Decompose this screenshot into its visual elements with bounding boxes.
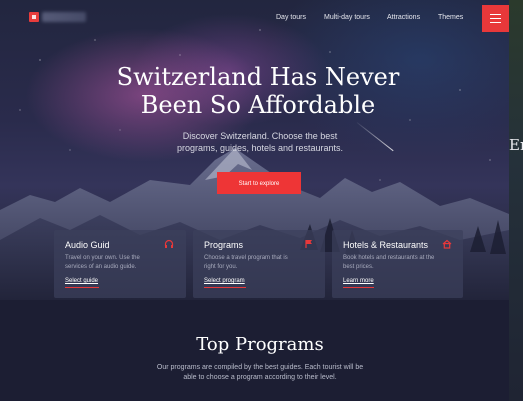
card-title: Hotels & Restaurants: [343, 240, 429, 250]
top-navigation: Day tours Multi-day tours Attractions Th…: [0, 0, 509, 36]
card-audio-guide: Audio Guid Travel on your own. Use the s…: [54, 230, 186, 298]
menu-bar-icon: [490, 22, 501, 23]
card-description: Choose a travel program that is right fo…: [204, 255, 288, 270]
link-underline: [343, 287, 374, 288]
hamburger-menu-button[interactable]: [482, 5, 509, 32]
flag-icon: [305, 240, 312, 248]
page: Day tours Multi-day tours Attractions Th…: [0, 0, 509, 401]
hero-title: Switzerland Has Never Been So Affordable: [100, 63, 416, 119]
hero-title-line-2: Been So Affordable: [140, 91, 376, 119]
brand-name-blurred: [42, 12, 86, 22]
link-underline: [65, 287, 99, 288]
card-hotels-restaurants: Hotels & Restaurants Book hotels and res…: [332, 230, 463, 298]
learn-more-link[interactable]: Learn more: [343, 278, 374, 284]
menu-bar-icon: [490, 14, 501, 15]
nav-link-themes[interactable]: Themes: [438, 14, 463, 21]
start-explore-button[interactable]: Start to explore: [217, 172, 301, 194]
hero-subtitle: Discover Switzerland. Choose the best pr…: [176, 131, 344, 153]
adjacent-preview-text: Er: [509, 136, 523, 154]
nav-link-multi-day-tours[interactable]: Multi-day tours: [324, 14, 370, 21]
card-description: Travel on your own. Use the services of …: [65, 255, 140, 270]
select-guide-link[interactable]: Select guide: [65, 278, 98, 284]
top-programs-heading: Top Programs: [196, 334, 324, 355]
link-underline: [204, 287, 246, 288]
select-program-link[interactable]: Select program: [204, 278, 245, 284]
nav-link-day-tours[interactable]: Day tours: [276, 14, 306, 21]
card-title: Programs: [204, 240, 244, 250]
nav-link-attractions[interactable]: Attractions: [387, 14, 420, 21]
card-description: Book hotels and restaurants at the best …: [343, 255, 435, 270]
card-programs: Programs Choose a travel program that is…: [193, 230, 325, 298]
hero-title-line-1: Switzerland Has Never: [116, 63, 400, 91]
adjacent-preview-panel: Er: [509, 0, 523, 401]
brand-logo-icon[interactable]: [29, 12, 39, 22]
home-icon: [442, 239, 452, 249]
top-programs-description: Our programs are compiled by the best gu…: [156, 364, 364, 381]
card-title: Audio Guid: [65, 240, 110, 250]
headphones-icon: [164, 239, 174, 248]
menu-bar-icon: [490, 18, 501, 19]
